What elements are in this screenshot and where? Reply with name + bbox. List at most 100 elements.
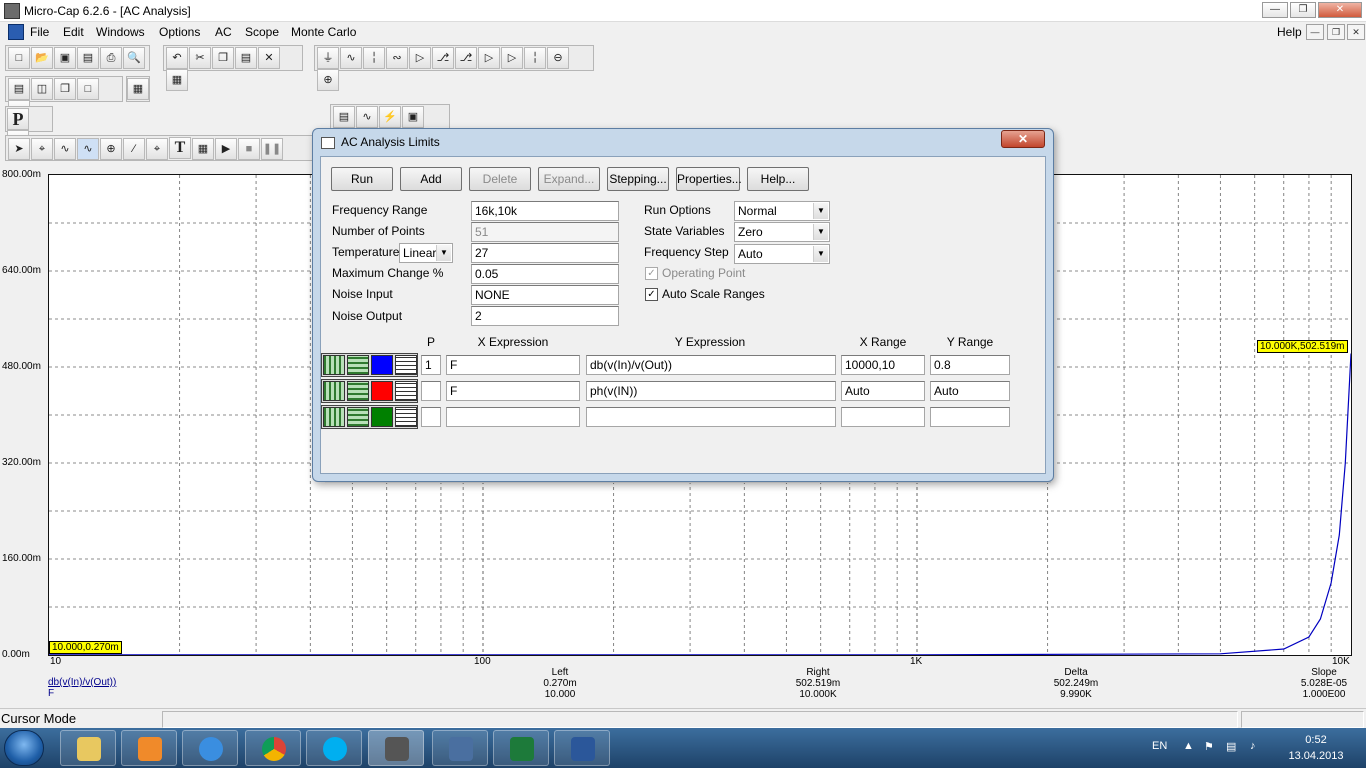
row-p-cell[interactable] [421, 381, 441, 401]
menu-help[interactable]: Help [1277, 25, 1302, 39]
menu-monte-carlo[interactable]: Monte Carlo [291, 25, 356, 39]
stop-icon[interactable]: ■ [238, 138, 260, 160]
diode-icon[interactable]: ▷ [409, 47, 431, 69]
copy-icon[interactable]: ❐ [212, 47, 234, 69]
menu-ac[interactable]: AC [215, 25, 232, 39]
state-variables-select[interactable]: Zero ▼ [734, 222, 830, 242]
graph-grid-icon[interactable] [323, 355, 345, 375]
save-all-icon[interactable]: ▤ [77, 47, 99, 69]
numeric-table-icon[interactable] [395, 407, 417, 427]
close-window-button[interactable]: ✕ [1318, 2, 1362, 18]
temperature-input[interactable]: 27 [471, 243, 619, 263]
inductor-icon[interactable]: ∾ [386, 47, 408, 69]
expand-button[interactable]: Expand... [538, 167, 600, 191]
probe-icon[interactable]: ⚡ [379, 106, 401, 128]
volume-icon[interactable]: ♪ [1250, 740, 1256, 752]
noise-input-field[interactable]: NONE [471, 285, 619, 305]
select-arrow-icon[interactable]: ➤ [8, 138, 30, 160]
row-y-range[interactable]: 0.8 [930, 355, 1010, 375]
maximum-change-input[interactable]: 0.05 [471, 264, 619, 284]
taskbar-chrome[interactable] [245, 730, 301, 766]
scale-icon[interactable]: ⌖ [31, 138, 53, 160]
tray-expand-icon[interactable]: ▲ [1183, 740, 1194, 752]
auto-scale-ranges-checkbox[interactable]: ✓ [645, 288, 658, 301]
voltage-source-icon[interactable]: ⊖ [547, 47, 569, 69]
row-y-range[interactable]: Auto [930, 381, 1010, 401]
graph-lines-icon[interactable] [347, 381, 369, 401]
taskbar-skype[interactable] [306, 730, 362, 766]
dialog-close-button[interactable]: ✕ [1001, 130, 1045, 148]
row-x-range[interactable]: Auto [841, 381, 925, 401]
print-preview-icon[interactable]: 🔍 [123, 47, 145, 69]
flag-icon[interactable]: ⚑ [1204, 740, 1214, 753]
tile-horizontal-icon[interactable]: ▤ [8, 78, 30, 100]
numeric-table-icon[interactable] [395, 381, 417, 401]
noise-output-field[interactable]: 2 [471, 306, 619, 326]
ground-icon[interactable]: ⏚ [317, 47, 339, 69]
help-button[interactable]: Help... [747, 167, 809, 191]
graph-grid-icon[interactable] [323, 381, 345, 401]
graph-grid-icon[interactable] [323, 407, 345, 427]
cascade-icon[interactable]: ❐ [54, 78, 76, 100]
taskbar-mathcad[interactable] [432, 730, 488, 766]
stepping-button[interactable]: Stepping... [607, 167, 669, 191]
graph-lines-icon[interactable] [347, 355, 369, 375]
row-y-range[interactable] [930, 407, 1010, 427]
plot-window-icon[interactable]: ▣ [402, 106, 424, 128]
calculator-icon[interactable]: ▦ [127, 78, 149, 100]
row-x-range[interactable] [841, 407, 925, 427]
cut-icon[interactable]: ✂ [189, 47, 211, 69]
minimize-button[interactable]: — [1262, 2, 1288, 18]
resistor-icon[interactable]: ∿ [340, 47, 362, 69]
frequency-step-select[interactable]: Auto ▼ [734, 244, 830, 264]
opamp-icon[interactable]: ▷ [478, 47, 500, 69]
new-file-icon[interactable]: □ [8, 47, 30, 69]
menu-file[interactable]: File [30, 25, 49, 39]
mdi-close-button[interactable]: ✕ [1347, 24, 1365, 40]
current-source-icon[interactable]: ⊕ [317, 69, 339, 91]
save-icon[interactable]: ▣ [54, 47, 76, 69]
right-cursor-label[interactable]: 10.000K,502.519m [1257, 340, 1348, 353]
row-x-expression[interactable]: F [446, 355, 580, 375]
left-cursor-label[interactable]: 10.000,0.270m [49, 641, 122, 654]
row-y-expression[interactable]: ph(v(IN)) [586, 381, 836, 401]
npn-transistor-icon[interactable]: ⎇ [432, 47, 454, 69]
waveform-icon[interactable]: ∿ [356, 106, 378, 128]
point-tag-icon[interactable]: ⌖ [146, 138, 168, 160]
clock-time[interactable]: 0:52 [1284, 734, 1348, 746]
print-icon[interactable]: ⎙ [100, 47, 122, 69]
menu-windows[interactable]: Windows [96, 25, 145, 39]
menu-options[interactable]: Options [159, 25, 200, 39]
undo-icon[interactable]: ↶ [166, 47, 188, 69]
row-y-expression[interactable]: db(v(In)/v(Out)) [586, 355, 836, 375]
taskbar-internet-explorer[interactable] [182, 730, 238, 766]
maximize-view-icon[interactable]: □ [77, 78, 99, 100]
select-all-icon[interactable]: ▦ [166, 69, 188, 91]
row-p-cell[interactable] [421, 407, 441, 427]
taskbar-microcap[interactable] [368, 730, 424, 766]
restore-button[interactable]: ❐ [1290, 2, 1316, 18]
row-x-expression[interactable]: F [446, 381, 580, 401]
numeric-output-icon[interactable]: ▤ [333, 106, 355, 128]
slope-icon[interactable]: ∕ [123, 138, 145, 160]
menu-edit[interactable]: Edit [63, 25, 84, 39]
delete-icon[interactable]: ✕ [258, 47, 280, 69]
paste-icon[interactable]: ▤ [235, 47, 257, 69]
mdi-minimize-button[interactable]: — [1306, 24, 1324, 40]
mdi-restore-button[interactable]: ❐ [1327, 24, 1345, 40]
taskbar-excel[interactable] [493, 730, 549, 766]
zoom-curve-icon[interactable]: ∿ [54, 138, 76, 160]
p-button[interactable]: P [7, 108, 29, 130]
properties-icon[interactable]: ▦ [192, 138, 214, 160]
row-x-range[interactable]: 10000,10 [841, 355, 925, 375]
properties-button[interactable]: Properties... [676, 167, 742, 191]
y-expression-legend[interactable]: db(v(In)/v(Out)) [48, 677, 116, 688]
run-icon[interactable]: ▶ [215, 138, 237, 160]
menu-scope[interactable]: Scope [245, 25, 279, 39]
row-p-cell[interactable]: 1 [421, 355, 441, 375]
peak-icon[interactable]: ⊕ [100, 138, 122, 160]
numeric-table-icon[interactable] [395, 355, 417, 375]
mdi-window-icon[interactable] [8, 24, 24, 40]
cursor-mode-icon[interactable]: ∿ [77, 138, 99, 160]
temperature-mode-select[interactable]: Linear ▼ [399, 243, 453, 263]
